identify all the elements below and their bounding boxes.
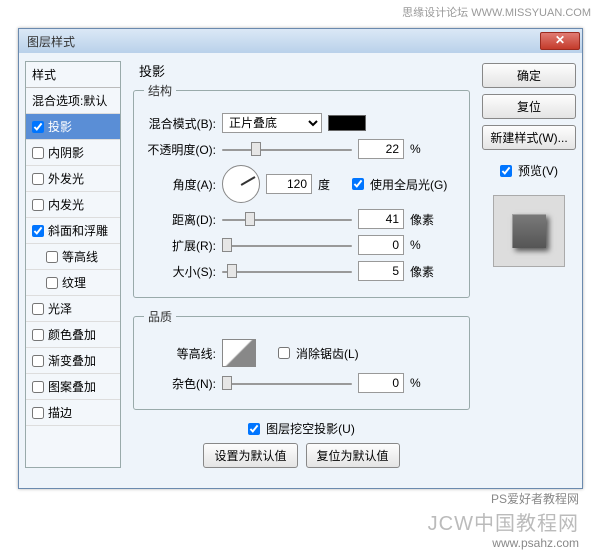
contour-picker[interactable] (222, 339, 256, 367)
blend-mode-label: 混合模式(B): (144, 115, 216, 132)
size-input[interactable] (358, 261, 404, 281)
style-outer-glow[interactable]: 外发光 (26, 166, 120, 192)
style-texture[interactable]: 纹理 (26, 270, 120, 296)
effect-title: 投影 (133, 61, 470, 80)
size-label: 大小(S): (144, 263, 216, 280)
quality-legend: 品质 (144, 308, 176, 325)
opacity-input[interactable] (358, 139, 404, 159)
close-button[interactable]: ✕ (540, 32, 580, 50)
style-check[interactable] (32, 199, 44, 211)
structure-group: 结构 混合模式(B): 正片叠底 不透明度(O): % 角度(A): 度 (133, 82, 470, 298)
spread-input[interactable] (358, 235, 404, 255)
style-bevel[interactable]: 斜面和浮雕 (26, 218, 120, 244)
knockout-check[interactable] (248, 423, 260, 435)
distance-unit: 像素 (410, 211, 438, 228)
style-gradient-overlay[interactable]: 渐变叠加 (26, 348, 120, 374)
dialog-title: 图层样式 (27, 33, 75, 50)
right-panel: 确定 复位 新建样式(W)... 预览(V) (482, 61, 576, 468)
style-inner-shadow[interactable]: 内阴影 (26, 140, 120, 166)
knockout-label: 图层挖空投影(U) (266, 420, 355, 437)
distance-input[interactable] (358, 209, 404, 229)
angle-label: 角度(A): (144, 176, 216, 193)
bottom-watermark: PS爱好者教程网 JCW中国教程网 www.psahz.com (428, 490, 579, 550)
layer-style-dialog: 图层样式 ✕ 样式 混合选项:默认 投影 内阴影 外发光 内发光 斜面和浮雕 等… (18, 28, 583, 489)
reset-default-button[interactable]: 复位为默认值 (306, 443, 400, 468)
style-check[interactable] (32, 225, 44, 237)
style-check[interactable] (32, 147, 44, 159)
top-watermark: 思缘设计论坛 WWW.MISSYUAN.COM (0, 0, 601, 24)
main-panel: 投影 结构 混合模式(B): 正片叠底 不透明度(O): % 角度(A): (125, 61, 478, 468)
preview-swatch (512, 214, 546, 248)
style-pattern-overlay[interactable]: 图案叠加 (26, 374, 120, 400)
blend-mode-select[interactable]: 正片叠底 (222, 113, 322, 133)
styles-header: 样式 (26, 62, 120, 88)
style-check[interactable] (46, 277, 58, 289)
color-swatch[interactable] (328, 115, 366, 131)
make-default-button[interactable]: 设置为默认值 (203, 443, 297, 468)
spread-unit: % (410, 238, 438, 252)
style-check[interactable] (32, 355, 44, 367)
quality-group: 品质 等高线: 消除锯齿(L) 杂色(N): % (133, 308, 470, 410)
noise-label: 杂色(N): (144, 375, 216, 392)
global-light-check[interactable] (352, 178, 364, 190)
style-satin[interactable]: 光泽 (26, 296, 120, 322)
style-contour[interactable]: 等高线 (26, 244, 120, 270)
ok-button[interactable]: 确定 (482, 63, 576, 88)
size-unit: 像素 (410, 263, 438, 280)
style-check[interactable] (46, 251, 58, 263)
structure-legend: 结构 (144, 82, 176, 99)
style-check[interactable] (32, 121, 44, 133)
opacity-label: 不透明度(O): (144, 141, 216, 158)
antialias-label: 消除锯齿(L) (296, 345, 359, 362)
size-slider[interactable] (222, 261, 352, 281)
preview-label: 预览(V) (518, 162, 558, 179)
opacity-slider[interactable] (222, 139, 352, 159)
preview-box (493, 195, 565, 267)
titlebar[interactable]: 图层样式 ✕ (19, 29, 582, 53)
preview-check[interactable] (500, 165, 512, 177)
style-check[interactable] (32, 381, 44, 393)
antialias-check[interactable] (278, 347, 290, 359)
style-inner-glow[interactable]: 内发光 (26, 192, 120, 218)
angle-dial[interactable] (222, 165, 260, 203)
style-check[interactable] (32, 407, 44, 419)
opacity-unit: % (410, 142, 438, 156)
angle-unit: 度 (318, 176, 346, 193)
style-drop-shadow[interactable]: 投影 (26, 114, 120, 140)
blend-options-header[interactable]: 混合选项:默认 (26, 88, 120, 114)
spread-slider[interactable] (222, 235, 352, 255)
spread-label: 扩展(R): (144, 237, 216, 254)
contour-label: 等高线: (144, 345, 216, 362)
noise-slider[interactable] (222, 373, 352, 393)
style-check[interactable] (32, 303, 44, 315)
distance-label: 距离(D): (144, 211, 216, 228)
reset-button[interactable]: 复位 (482, 94, 576, 119)
angle-input[interactable] (266, 174, 312, 194)
style-stroke[interactable]: 描边 (26, 400, 120, 426)
distance-slider[interactable] (222, 209, 352, 229)
style-check[interactable] (32, 173, 44, 185)
noise-unit: % (410, 376, 438, 390)
global-light-label: 使用全局光(G) (370, 176, 447, 193)
new-style-button[interactable]: 新建样式(W)... (482, 125, 576, 150)
noise-input[interactable] (358, 373, 404, 393)
style-color-overlay[interactable]: 颜色叠加 (26, 322, 120, 348)
styles-panel: 样式 混合选项:默认 投影 内阴影 外发光 内发光 斜面和浮雕 等高线 纹理 光… (25, 61, 121, 468)
style-check[interactable] (32, 329, 44, 341)
